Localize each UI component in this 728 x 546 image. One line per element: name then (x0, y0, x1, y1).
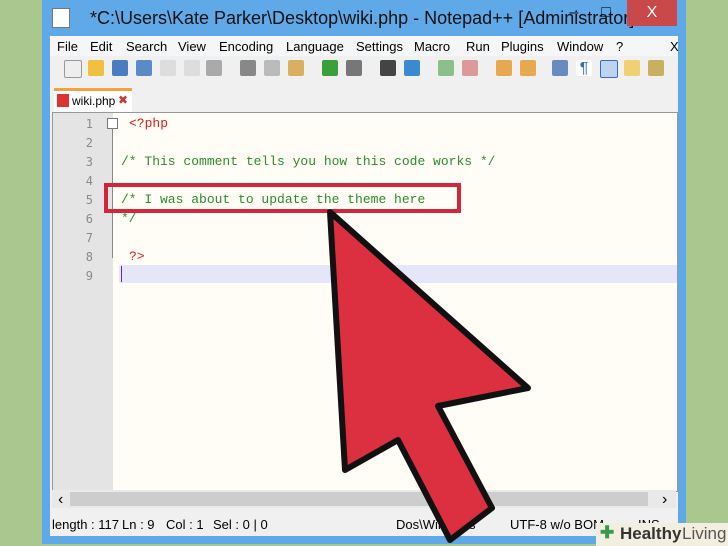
logo-text: Healthy (620, 524, 682, 543)
logo-text-2: Living (682, 524, 727, 543)
plus-icon: ✚ (600, 523, 615, 542)
healthy-living-logo: ✚ Healthy Living (596, 523, 728, 546)
pointer-arrow-icon (327, 209, 531, 543)
